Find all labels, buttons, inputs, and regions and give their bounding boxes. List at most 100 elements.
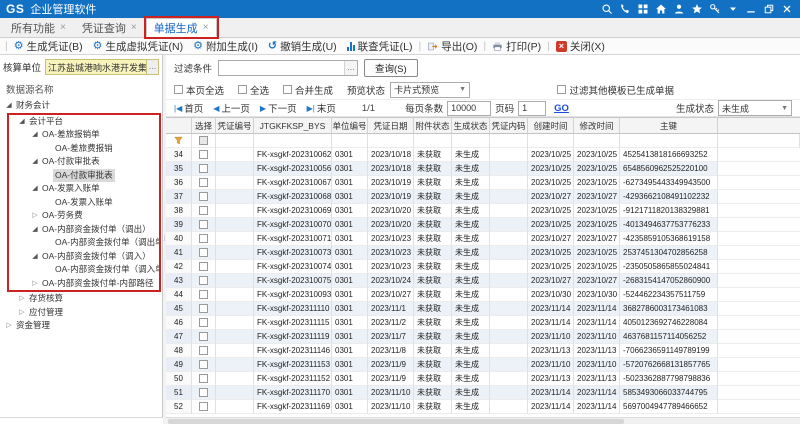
table-row[interactable]: 36FK-xsgkf-20231006703012023/10/19未获取未生成… xyxy=(166,176,800,190)
row-checkbox[interactable] xyxy=(192,400,216,414)
row-checkbox[interactable] xyxy=(192,302,216,316)
chevron-down-icon[interactable] xyxy=(726,2,740,16)
tree-item-OA-发票入账单[interactable]: ◢OA-发票入账单 xyxy=(9,182,159,196)
table-row[interactable]: 47FK-xsgkf-20231111903012023/11/7未获取未生成2… xyxy=(166,330,800,344)
row-checkbox-icon[interactable] xyxy=(199,220,208,229)
expand-icon[interactable]: ▷ xyxy=(17,292,27,306)
scrollbar-thumb[interactable] xyxy=(168,419,624,424)
row-checkbox-icon[interactable] xyxy=(199,360,208,369)
row-checkbox[interactable] xyxy=(192,218,216,232)
row-checkbox-icon[interactable] xyxy=(199,290,208,299)
check-all[interactable]: 全选 xyxy=(238,83,269,97)
table-row[interactable]: 35FK-xsgkf-20231005603012023/10/18未获取未生成… xyxy=(166,162,800,176)
close-tab-icon[interactable]: × xyxy=(203,22,209,33)
collapse-icon[interactable]: ◢ xyxy=(30,128,40,142)
search-icon[interactable] xyxy=(600,2,614,16)
row-checkbox-icon[interactable] xyxy=(199,206,208,215)
row-checkbox[interactable] xyxy=(192,344,216,358)
column-header-凭证内码[interactable]: 凭证内码 xyxy=(490,118,528,134)
row-checkbox-icon[interactable] xyxy=(199,332,208,341)
column-header-主键[interactable]: 主键 xyxy=(620,118,718,134)
table-row[interactable]: 34FK-xsgkf-20231006203012023/10/18未获取未生成… xyxy=(166,148,800,162)
tree-item-OA-劳务费[interactable]: ▷OA-劳务费 xyxy=(9,209,159,223)
row-checkbox[interactable] xyxy=(192,148,216,162)
tab-所有功能[interactable]: 所有功能× xyxy=(4,18,73,37)
tree-item-OA-发票入账单[interactable]: OA-发票入账单 xyxy=(9,196,159,210)
tab-单据生成[interactable]: 单据生成× xyxy=(146,18,217,37)
accounting-unit-field[interactable]: 江苏盐城港响水港开发集团有限公司 … xyxy=(45,59,159,75)
row-checkbox[interactable] xyxy=(192,204,216,218)
horizontal-scrollbar[interactable] xyxy=(166,417,800,424)
table-row[interactable]: 39FK-xsgkf-20231007003012023/10/20未获取未生成… xyxy=(166,218,800,232)
apps-icon[interactable] xyxy=(636,2,650,16)
checkbox-icon[interactable] xyxy=(283,85,292,94)
collapse-icon[interactable]: ◢ xyxy=(30,250,40,264)
row-checkbox-icon[interactable] xyxy=(199,374,208,383)
checkbox-icon[interactable] xyxy=(557,85,566,94)
expand-icon[interactable]: ▷ xyxy=(30,209,40,223)
column-header-选择[interactable]: 选择 xyxy=(192,118,216,134)
row-checkbox-icon[interactable] xyxy=(199,262,208,271)
table-row[interactable]: 44FK-xsgkf-20231009303012023/10/27未获取未生成… xyxy=(166,288,800,302)
tree-item-OA-付款审批表[interactable]: ◢OA-付款审批表 xyxy=(9,155,159,169)
tree-item-财务会计[interactable]: ◢财务会计 xyxy=(0,99,162,113)
toolbar-item-导出(O)[interactable]: 导出(O) xyxy=(422,39,482,54)
column-header-凭证编号[interactable]: 凭证编号 xyxy=(216,118,254,134)
row-checkbox-icon[interactable] xyxy=(199,150,208,159)
tree-item-应付管理[interactable]: ▷应付管理 xyxy=(0,306,162,320)
query-button[interactable]: 查询(S) xyxy=(364,59,418,77)
tree-item-会计平台[interactable]: ◢会计平台 xyxy=(9,115,159,129)
tree-item-OA-内部资金拨付单（调入单位凭证）[interactable]: OA-内部资金拨付单（调入单位凭证） xyxy=(9,263,159,277)
table-row[interactable]: 49FK-xsgkf-20231115303012023/11/9未获取未生成2… xyxy=(166,358,800,372)
column-header-单位编号[interactable]: 单位编号 xyxy=(332,118,368,134)
tree-item-OA-内部资金拨付单-内部路径[interactable]: ▷OA-内部资金拨付单-内部路径 xyxy=(9,277,159,291)
row-checkbox-icon[interactable] xyxy=(199,388,208,397)
last-page-button[interactable]: ▶|末页 xyxy=(307,101,336,115)
phone-icon[interactable] xyxy=(618,2,632,16)
filter-funnel-cell[interactable] xyxy=(166,134,192,148)
table-row[interactable]: 42FK-xsgkf-20231007403012023/10/23未获取未生成… xyxy=(166,260,800,274)
check-merge-generate[interactable]: 合并生成 xyxy=(283,83,333,97)
check-filter-generated[interactable]: 过滤其他模板已生成单据 xyxy=(557,83,674,97)
per-page-input[interactable]: 10000 xyxy=(447,101,491,116)
toolbar-item-生成凭证(B)[interactable]: ⚙生成凭证(B) xyxy=(9,39,88,54)
row-checkbox-icon[interactable] xyxy=(199,402,208,411)
accounting-unit-lookup-button[interactable]: … xyxy=(146,60,158,74)
row-checkbox-icon[interactable] xyxy=(199,164,208,173)
toolbar-item-生成虚拟凭证(N)[interactable]: ⚙生成虚拟凭证(N) xyxy=(88,39,188,54)
row-checkbox[interactable] xyxy=(192,274,216,288)
row-checkbox[interactable] xyxy=(192,232,216,246)
tree-item-OA-内部资金拨付单（调入）[interactable]: ◢OA-内部资金拨付单（调入） xyxy=(9,250,159,264)
row-checkbox[interactable] xyxy=(192,288,216,302)
table-row[interactable]: 48FK-xsgkf-20231114603012023/11/8未获取未生成2… xyxy=(166,344,800,358)
toolbar-item-联查凭证(L)[interactable]: 联查凭证(L) xyxy=(342,39,418,54)
toolbar-item-撤销生成(U)[interactable]: ↺撤销生成(U) xyxy=(263,39,342,54)
row-checkbox-icon[interactable] xyxy=(199,304,208,313)
funnel-icon[interactable] xyxy=(174,136,183,145)
row-checkbox-icon[interactable] xyxy=(199,248,208,257)
star-icon[interactable] xyxy=(690,2,704,16)
close-tab-icon[interactable]: × xyxy=(60,22,66,33)
row-checkbox-icon[interactable] xyxy=(199,346,208,355)
prev-page-button[interactable]: ◀上一页 xyxy=(213,101,250,115)
checkbox-icon[interactable] xyxy=(238,85,247,94)
expand-icon[interactable]: ▷ xyxy=(4,319,14,333)
row-checkbox[interactable] xyxy=(192,358,216,372)
table-row[interactable]: 37FK-xsgkf-20231006803012023/10/19未获取未生成… xyxy=(166,190,800,204)
page-number-input[interactable]: 1 xyxy=(518,101,546,116)
collapse-icon[interactable]: ◢ xyxy=(4,99,14,113)
toolbar-item-打印(P)[interactable]: 打印(P) xyxy=(487,39,546,54)
expand-icon[interactable]: ▷ xyxy=(17,306,27,320)
generate-status-select[interactable]: 未生成▼ xyxy=(718,100,792,116)
table-row[interactable]: 40FK-xsgkf-20231007103012023/10/23未获取未生成… xyxy=(166,232,800,246)
row-checkbox-icon[interactable] xyxy=(199,178,208,187)
column-header-生成状态[interactable]: 生成状态 xyxy=(452,118,490,134)
filter-select-cell[interactable] xyxy=(192,134,216,148)
column-header-创建时间[interactable]: 创建时间 xyxy=(528,118,574,134)
table-row[interactable]: 52FK-xsgkf-20231116903012023/11/10未获取未生成… xyxy=(166,400,800,414)
check-page-all[interactable]: 本页全选 xyxy=(174,83,224,97)
table-row[interactable]: 45FK-xsgkf-20231111003012023/11/1未获取未生成2… xyxy=(166,302,800,316)
tab-凭证查询[interactable]: 凭证查询× xyxy=(75,18,144,37)
column-header-凭证日期[interactable]: 凭证日期 xyxy=(368,118,414,134)
row-checkbox[interactable] xyxy=(192,190,216,204)
